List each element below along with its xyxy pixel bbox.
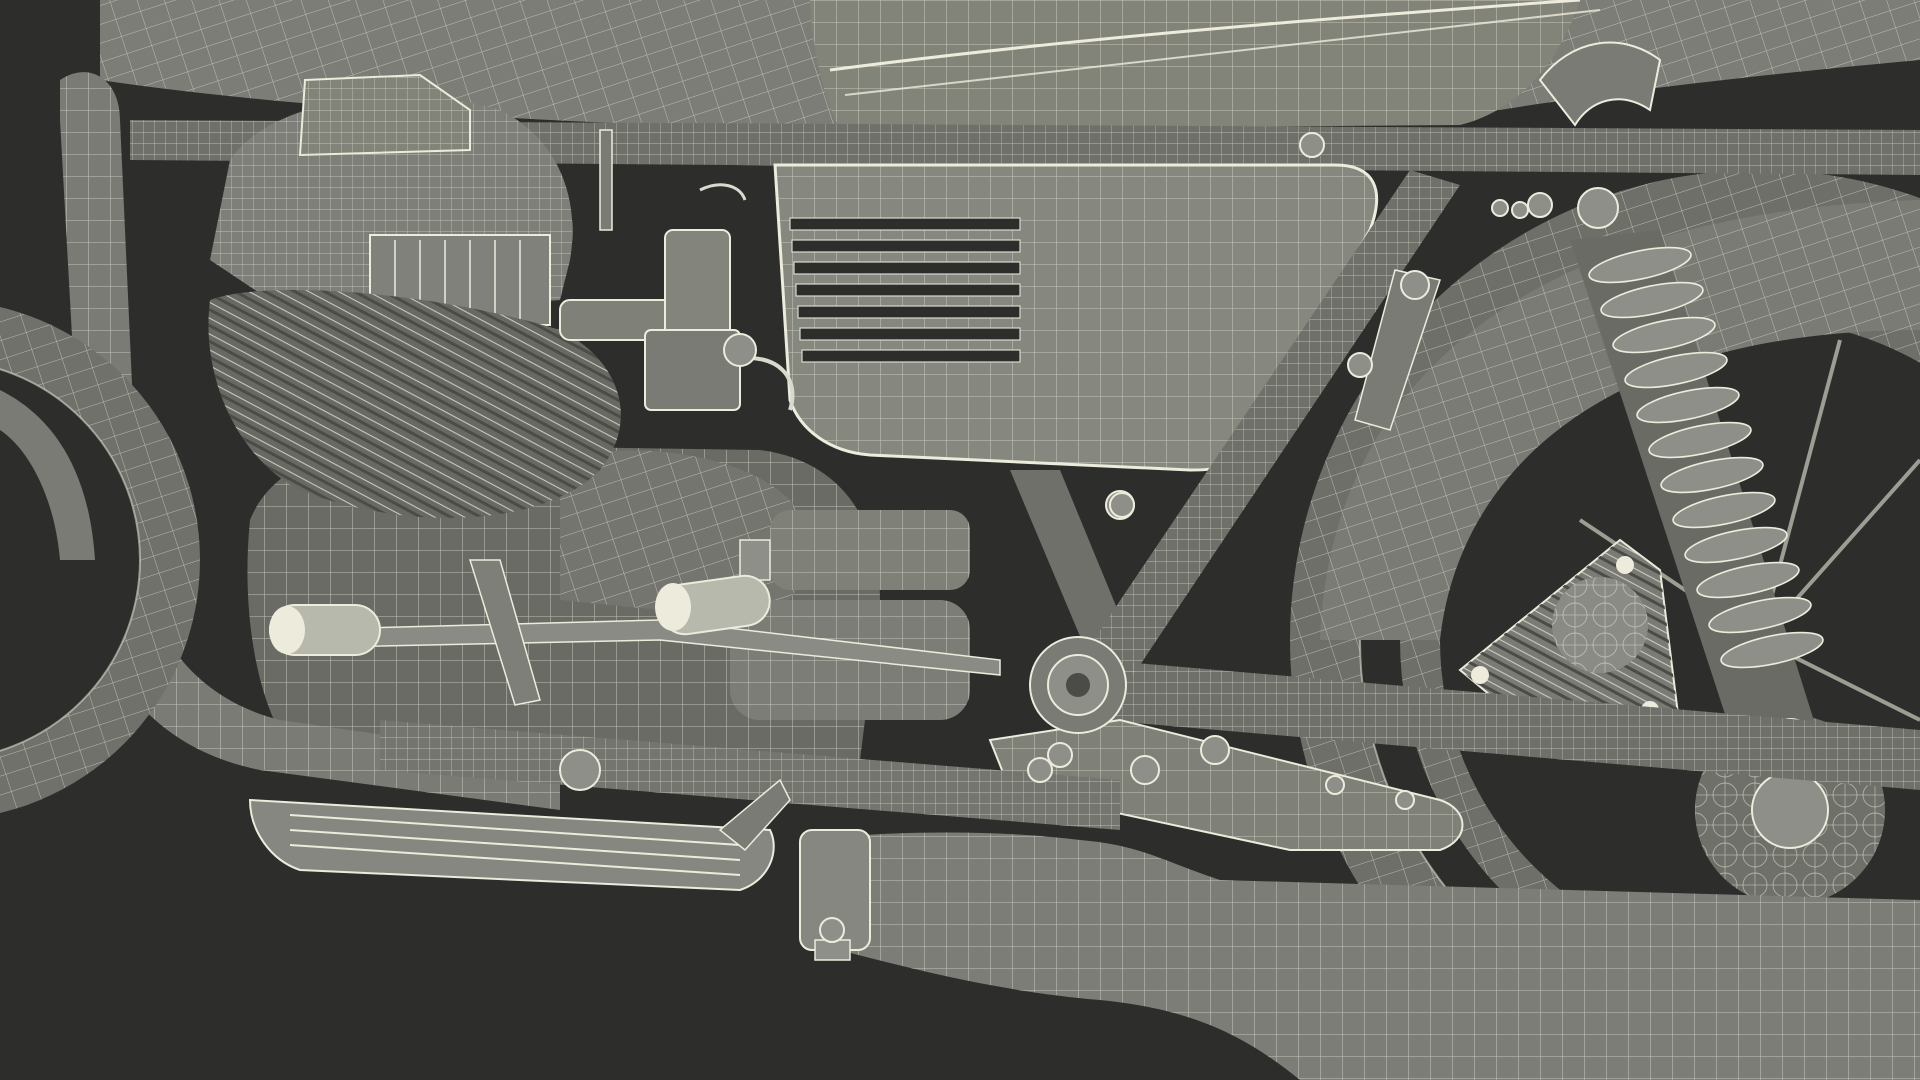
render-viewport bbox=[0, 0, 1920, 1080]
side-panel-vent bbox=[789, 217, 1021, 363]
motorcycle-wireframe-render bbox=[0, 0, 1920, 1080]
swingarm-pivot bbox=[1029, 636, 1127, 734]
